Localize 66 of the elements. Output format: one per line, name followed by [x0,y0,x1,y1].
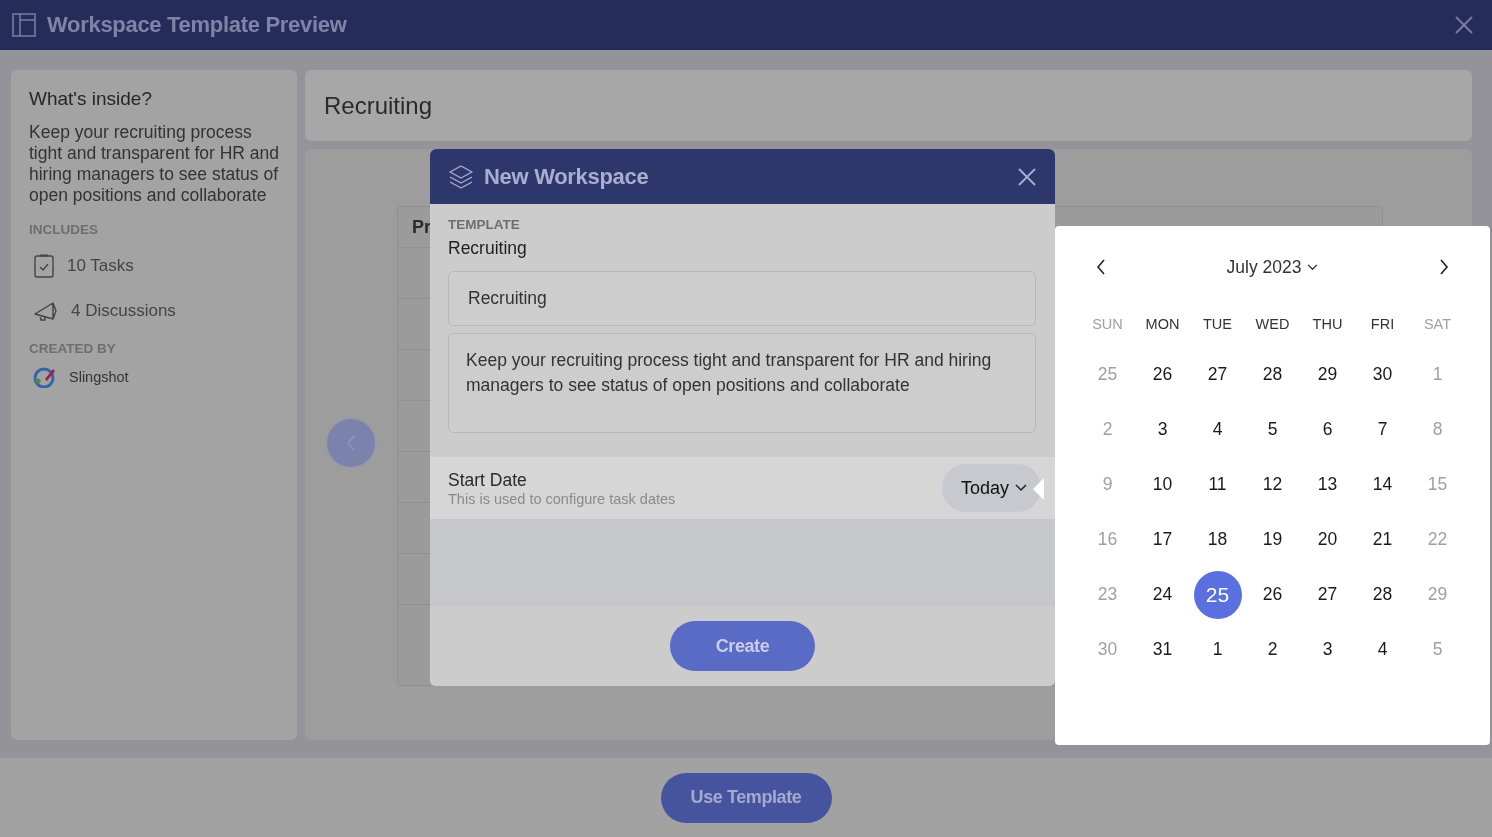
calendar-day[interactable]: 24 [1138,570,1187,619]
popover-pointer [1033,478,1044,500]
window-title: Workspace Template Preview [47,12,347,38]
calendar-day[interactable]: 6 [1303,405,1352,454]
calendar-day[interactable]: 28 [1358,570,1407,619]
description-field[interactable]: Keep your recruiting process tight and transparent for HR and hiring managers to see status of open positions and collaborate [448,333,1036,433]
calendar-day[interactable]: 20 [1303,515,1352,564]
template-name: Recruiting [448,238,528,259]
calendar-day[interactable]: 17 [1138,515,1187,564]
calendar-day[interactable]: 28 [1248,350,1297,399]
calendar-day[interactable]: 7 [1358,405,1407,454]
calendar-day[interactable]: 12 [1248,460,1297,509]
calendar-day[interactable]: 26 [1248,570,1297,619]
chevron-down-icon [1015,484,1027,492]
megaphone-icon [33,299,59,322]
calendar-day[interactable]: 19 [1248,515,1297,564]
calendar-day[interactable]: 27 [1303,570,1352,619]
calendar-day[interactable]: 31 [1138,625,1187,674]
calendar-day[interactable]: 11 [1193,460,1242,509]
dialog-title: New Workspace [484,163,649,190]
template-description: Keep your recruiting process tight and transparent for HR and hiring managers to see status of open positions and collaborate [29,122,279,206]
chevron-left-icon[interactable] [1095,258,1107,276]
close-icon[interactable] [1454,15,1474,35]
template-title: Recruiting [324,91,433,120]
calendar-day[interactable]: 26 [1138,350,1187,399]
calendar-day[interactable]: 14 [1358,460,1407,509]
table-header: Pr [412,216,431,238]
month-dropdown[interactable]: July 2023 [1226,256,1319,278]
weekday-label: WED [1254,316,1291,334]
include-item: 10 Tasks [67,255,134,276]
calendar-day[interactable]: 2 [1248,625,1297,674]
include-item: 4 Discussions [71,300,176,321]
close-icon[interactable] [1017,166,1037,187]
weekday-label: MON [1144,316,1181,334]
start-date-hint: This is used to configure task dates [448,490,676,507]
creator-name: Slingshot [69,369,129,385]
sidebar-heading: What's inside? [29,88,153,110]
clipboard-check-icon [33,253,55,278]
calendar-day[interactable]: 3 [1138,405,1187,454]
calendar-day[interactable]: 10 [1138,460,1187,509]
start-date-label: Start Date [448,469,528,491]
calendar-day[interactable]: 27 [1193,350,1242,399]
chevron-down-icon [1307,263,1319,271]
calendar-day[interactable]: 4 [1193,405,1242,454]
weekday-label: SUN [1091,316,1124,334]
calendar-day[interactable]: 13 [1303,460,1352,509]
calendar-day[interactable]: 5 [1248,405,1297,454]
calendar-day[interactable]: 25 [1193,570,1242,619]
calendar-day[interactable]: 21 [1358,515,1407,564]
layout-icon [12,13,36,37]
rocket-logo-icon [33,366,57,388]
date-dropdown[interactable]: Today [941,464,1041,512]
weekday-label: TUE [1202,316,1233,334]
weekday-label: FRI [1369,316,1396,334]
calendar-day[interactable]: 30 [1358,350,1407,399]
calendar-day[interactable]: 4 [1358,625,1407,674]
weekday-label: THU [1311,316,1344,334]
calendar-day[interactable]: 18 [1193,515,1242,564]
name-field[interactable]: Recruiting [448,271,1036,326]
weekday-label: SAT [1422,316,1453,334]
calendar-day[interactable]: 29 [1303,350,1352,399]
chevron-right-icon[interactable] [1438,258,1450,276]
calendar-day[interactable]: 1 [1193,625,1242,674]
calendar-day[interactable]: 3 [1303,625,1352,674]
layers-icon [448,163,474,190]
field-label: TEMPLATE [448,217,521,232]
